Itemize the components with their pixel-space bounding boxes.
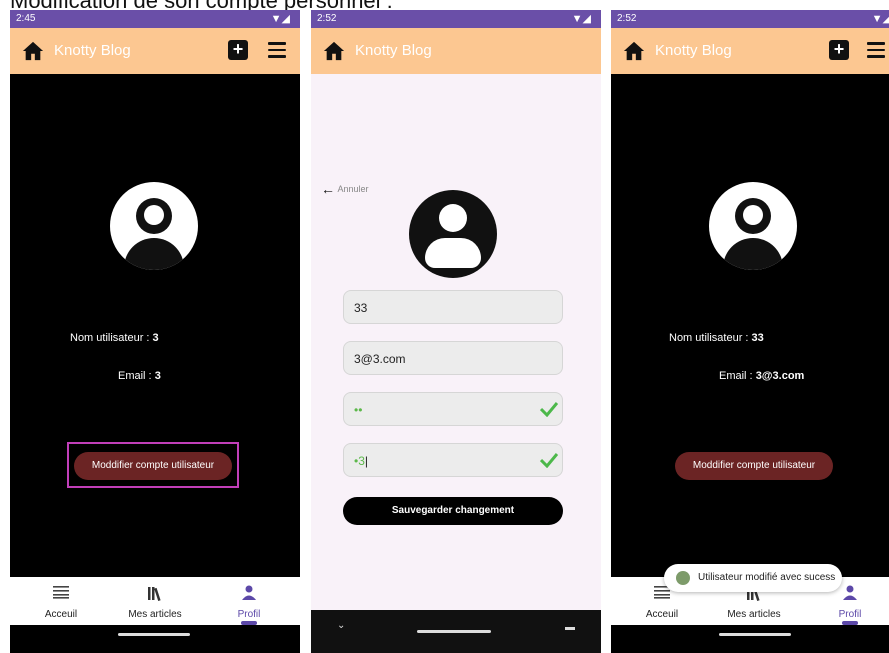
chevron-down-icon[interactable]: ⌄: [337, 620, 345, 631]
app-title: Knotty Blog: [355, 42, 432, 59]
status-time: 2:52: [317, 13, 337, 24]
save-changes-button[interactable]: Sauvegarder changement: [343, 497, 563, 525]
app-bar: Knotty Blog +: [611, 28, 889, 74]
username-input[interactable]: 33: [343, 290, 563, 324]
nav-profile[interactable]: Profil: [214, 577, 284, 625]
edit-account-button[interactable]: Moddifier compte utilisateur: [675, 452, 833, 480]
arrow-left-icon: ←: [321, 181, 335, 197]
email-label: Email :: [719, 370, 756, 382]
person-icon: [214, 585, 284, 605]
email-row: Email : 3: [118, 370, 161, 382]
avatar: [409, 190, 497, 278]
username-row: Nom utilisateur : 3: [70, 332, 159, 344]
nav-my-articles[interactable]: Mes articles: [120, 577, 190, 620]
home-icon[interactable]: [623, 40, 645, 62]
nav-home-label: Acceuil: [44, 609, 78, 620]
phone-screen-profile-before: 2:45 ▼◢ Knotty Blog + Nom utilisateur : …: [10, 10, 300, 653]
toast-notification: Utilisateur modifié avec sucess: [664, 564, 842, 592]
edit-account-button[interactable]: Moddifier compte utilisateur: [74, 452, 232, 480]
library-icon: [120, 585, 190, 605]
app-title: Knotty Blog: [54, 42, 131, 59]
status-bar: 2:52 ▼◢: [611, 10, 889, 28]
nav-my-articles-label: Mes articles: [128, 609, 182, 620]
home-icon[interactable]: [323, 40, 345, 62]
signal-battery-icon: ▼◢: [571, 13, 591, 25]
cancel-label: Annuler: [337, 184, 369, 194]
add-article-icon[interactable]: +: [228, 40, 248, 60]
app-bar: Knotty Blog: [311, 28, 601, 74]
avatar: [709, 182, 797, 270]
email-value: 3: [154, 370, 161, 382]
bottom-nav: Acceuil Mes articles Profil: [10, 577, 300, 625]
list-icon: [26, 585, 96, 605]
password-value: ••: [354, 403, 363, 417]
username-value: 3: [152, 332, 159, 344]
email-input[interactable]: 3@3.com: [343, 341, 563, 375]
status-time: 2:45: [16, 13, 36, 24]
app-icon: [676, 571, 690, 585]
app-bar: Knotty Blog +: [10, 28, 300, 74]
username-value: 33: [751, 332, 764, 344]
confirm-password-value: •3: [354, 454, 365, 468]
email-value: 3@3.com: [755, 370, 805, 382]
confirm-password-input[interactable]: •3|: [343, 443, 563, 477]
phone-screen-edit-form: 2:52 ▼◢ Knotty Blog ← Annuler 33 3@3.com…: [311, 10, 601, 653]
avatar: [110, 182, 198, 270]
password-input[interactable]: ••: [343, 392, 563, 426]
home-icon[interactable]: [22, 40, 44, 62]
add-article-icon[interactable]: +: [829, 40, 849, 60]
nav-home-label: Acceuil: [645, 609, 679, 620]
check-icon: [540, 402, 558, 417]
status-bar: 2:52 ▼◢: [311, 10, 601, 28]
nav-home[interactable]: Acceuil: [26, 577, 96, 620]
home-gesture-bar[interactable]: [417, 630, 491, 633]
status-time: 2:52: [617, 13, 637, 24]
username-label: Nom utilisateur :: [70, 332, 153, 344]
status-bar: 2:45 ▼◢: [10, 10, 300, 28]
signal-battery-icon: ▼◢: [270, 13, 290, 25]
gesture-bar: [10, 625, 300, 645]
signal-battery-icon: ▼◢: [871, 13, 889, 25]
nav-my-articles-label: Mes articles: [727, 609, 781, 620]
cancel-link[interactable]: ← Annuler: [321, 181, 369, 197]
gesture-bar: [611, 625, 889, 645]
nav-profile-label: Profil: [237, 609, 261, 620]
check-icon: [540, 453, 558, 468]
username-row: Nom utilisateur : 33: [669, 332, 764, 344]
keyboard-icon[interactable]: ▬: [565, 622, 575, 633]
app-title: Knotty Blog: [655, 42, 732, 59]
toast-message: Utilisateur modifié avec sucess: [698, 572, 836, 583]
email-row: Email : 3@3.com: [719, 370, 804, 382]
nav-profile-label: Profil: [838, 609, 862, 620]
menu-icon[interactable]: [268, 42, 286, 58]
username-label: Nom utilisateur :: [669, 332, 752, 344]
menu-icon[interactable]: [867, 42, 885, 58]
phone-screen-profile-after: 2:52 ▼◢ Knotty Blog + Nom utilisateur : …: [611, 10, 889, 653]
email-label: Email :: [118, 370, 155, 382]
system-nav-bar: ⌄ ▬: [311, 610, 601, 653]
